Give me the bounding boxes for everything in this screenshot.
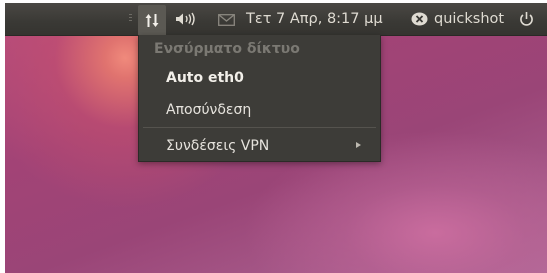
menu-item-vpn-connections[interactable]: Συνδέσεις VPN — [166, 138, 361, 154]
speaker-icon — [176, 12, 195, 26]
power-icon — [520, 12, 533, 26]
network-indicator-button[interactable] — [138, 5, 166, 35]
menu-item-auto-eth0[interactable]: Auto eth0 — [166, 70, 244, 86]
messaging-indicator-button[interactable] — [218, 3, 236, 35]
session-menu-button[interactable] — [519, 3, 537, 35]
top-panel: Τετ 7 Απρ, 8:17 μμ quickshot — [5, 3, 547, 36]
panel-grip-handle[interactable] — [129, 14, 132, 24]
menu-item-disconnect[interactable]: Αποσύνδεση — [166, 102, 251, 118]
network-arrows-icon — [145, 14, 159, 27]
envelope-icon — [218, 14, 235, 26]
user-status-icon — [411, 12, 428, 26]
me-menu-button[interactable] — [411, 3, 429, 35]
menu-item-vpn-label: Συνδέσεις VPN — [166, 138, 270, 154]
volume-indicator-button[interactable] — [175, 3, 203, 35]
screen: Τετ 7 Απρ, 8:17 μμ quickshot Ενσύρματο δ… — [5, 3, 547, 273]
username-label[interactable]: quickshot — [434, 3, 504, 35]
network-menu: Ενσύρματο δίκτυο Auto eth0 Αποσύνδεση Συ… — [138, 35, 381, 162]
menu-section-header-wired: Ενσύρματο δίκτυο — [154, 41, 300, 57]
clock[interactable]: Τετ 7 Απρ, 8:17 μμ — [246, 3, 383, 35]
menu-separator — [143, 127, 376, 128]
submenu-arrow-icon — [356, 142, 361, 148]
